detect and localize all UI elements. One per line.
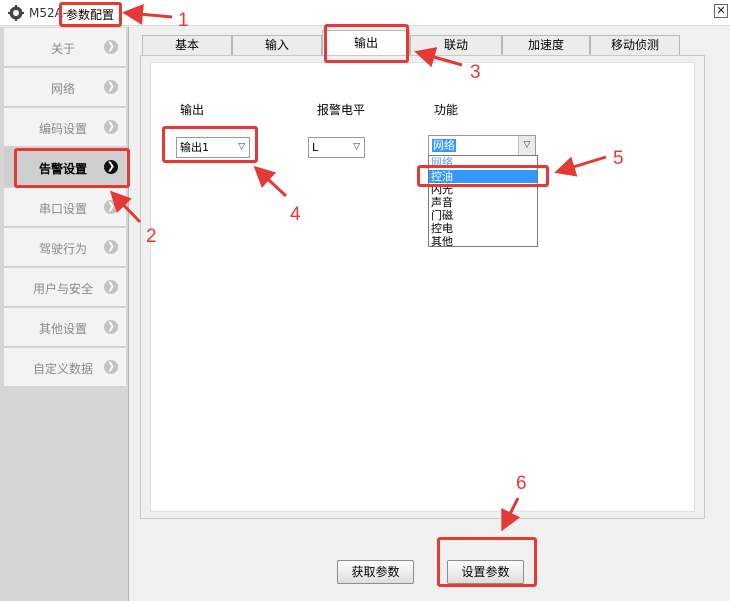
annotation-arrows <box>109 3 607 532</box>
annotation-number-5: 5 <box>613 148 624 169</box>
annotation-number-2: 2 <box>146 226 157 247</box>
arrow-3 <box>414 47 463 68</box>
arrow-6 <box>501 497 521 532</box>
annotation-number-1: 1 <box>178 10 189 31</box>
annotation-number-3: 3 <box>470 62 481 83</box>
arrow-2 <box>109 190 142 224</box>
arrow-4 <box>253 165 288 198</box>
annotation-number-4: 4 <box>290 204 301 225</box>
arrow-5 <box>554 155 607 177</box>
annotation-number-6: 6 <box>516 473 527 494</box>
arrow-1 <box>122 3 173 25</box>
